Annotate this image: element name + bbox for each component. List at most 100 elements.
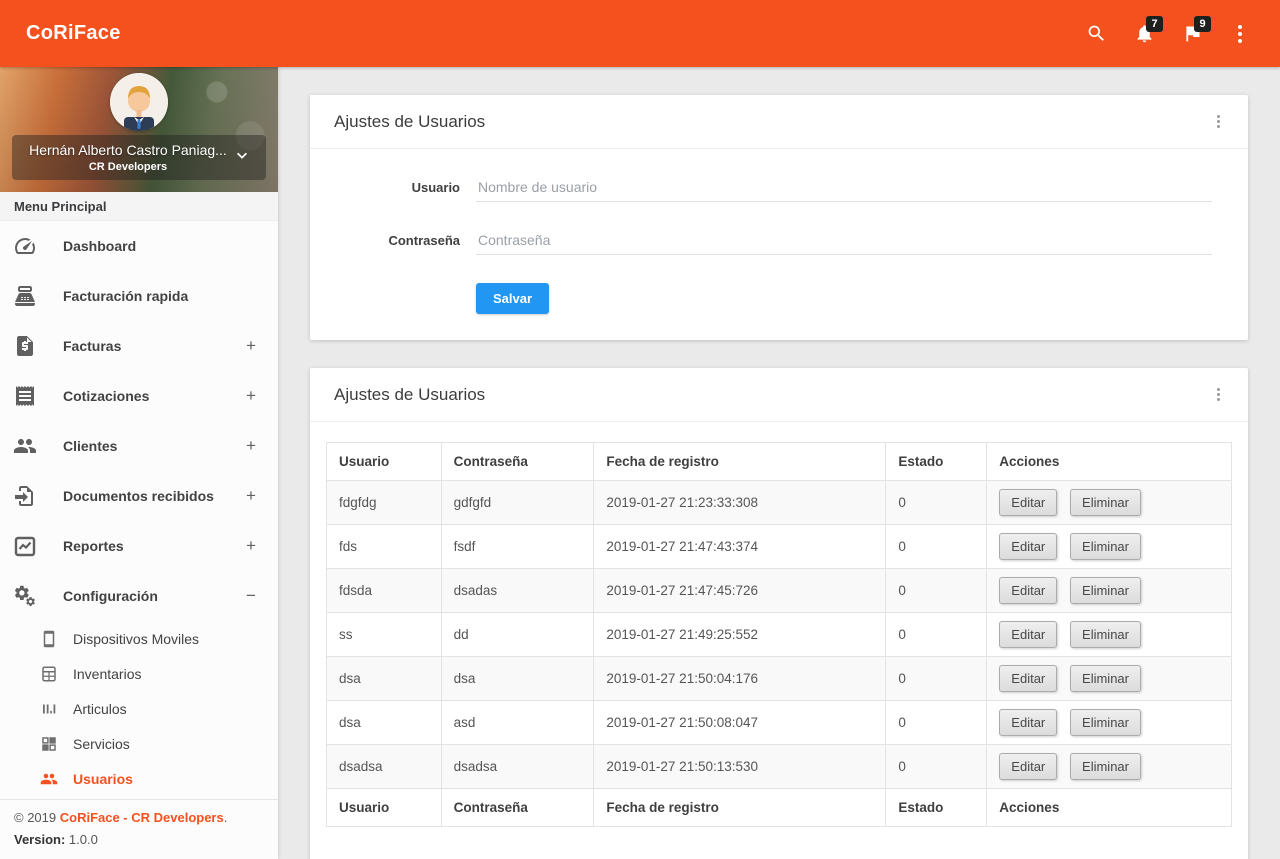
cell-contrasena: dsadsa <box>440 744 595 789</box>
column-header-fecha: Fecha de registro <box>593 442 887 481</box>
avatar[interactable] <box>110 73 168 131</box>
table-row: dsa dsa 2019-01-27 21:50:04:176 0 Editar… <box>326 656 1232 701</box>
card-kebab-icon[interactable] <box>1213 111 1224 132</box>
cell-estado: 0 <box>885 480 988 525</box>
header-actions: 7 9 <box>1076 14 1280 54</box>
usuario-form-row: Usuario <box>334 173 1212 202</box>
column-header-estado: Estado <box>885 442 988 481</box>
cell-acciones: Editar Eliminar <box>986 480 1232 525</box>
table-card-title: Ajustes de Usuarios <box>334 384 486 404</box>
expand-plus-icon[interactable]: + <box>244 486 258 506</box>
table-footer-row: Usuario Contraseña Fecha de registro Est… <box>326 788 1232 827</box>
expand-plus-icon[interactable]: + <box>244 536 258 556</box>
cash-register-icon <box>13 284 37 308</box>
column-footer-estado: Estado <box>885 788 988 827</box>
delete-button[interactable]: Eliminar <box>1070 621 1141 648</box>
profile-info[interactable]: Hernán Alberto Castro Paniag... CR Devel… <box>12 135 266 180</box>
sidebar-item-label: Documentos recibidos <box>63 488 214 504</box>
cell-estado: 0 <box>885 524 988 569</box>
delete-button[interactable]: Eliminar <box>1070 665 1141 692</box>
cell-usuario: fdsda <box>326 568 442 613</box>
edit-button[interactable]: Editar <box>999 533 1058 560</box>
sidebar-item-clientes[interactable]: Clientes + <box>0 421 278 471</box>
chevron-down-icon[interactable] <box>232 145 252 170</box>
sidebar-item-facturas[interactable]: Facturas + <box>0 321 278 371</box>
brand-logo[interactable]: CoRiFace <box>0 22 121 45</box>
sidebar-item-cotizaciones[interactable]: Cotizaciones + <box>0 371 278 421</box>
cell-fecha: 2019-01-27 21:23:33:308 <box>593 480 887 525</box>
form-card-header: Ajustes de Usuarios <box>310 95 1248 149</box>
sidebar-item-label: Clientes <box>63 438 118 454</box>
edit-button[interactable]: Editar <box>999 665 1058 692</box>
copyright-line: © 2019 CoRiFace - CR Developers. <box>14 810 264 825</box>
expand-plus-icon[interactable]: + <box>244 336 258 356</box>
cell-usuario: ss <box>326 612 442 657</box>
main-content: Ajustes de Usuarios Usuario Contraseña S… <box>278 67 1280 859</box>
document-arrow-icon <box>13 484 37 508</box>
user-form: Usuario Contraseña Salvar <box>310 149 1248 340</box>
cell-acciones: Editar Eliminar <box>986 656 1232 701</box>
delete-button[interactable]: Eliminar <box>1070 489 1141 516</box>
flags-badge: 9 <box>1194 15 1211 32</box>
profile-panel: Hernán Alberto Castro Paniag... CR Devel… <box>0 67 278 192</box>
table-row: ss dd 2019-01-27 21:49:25:552 0 Editar E… <box>326 612 1232 657</box>
brand-footer-link[interactable]: CoRiFace - CR Developers <box>60 810 224 825</box>
column-footer-acciones: Acciones <box>986 788 1232 827</box>
sidebar-item-label: Configuración <box>63 588 158 604</box>
expand-plus-icon[interactable]: + <box>244 436 258 456</box>
search-button[interactable] <box>1076 14 1116 54</box>
table-row: fdsda dsadas 2019-01-27 21:47:45:726 0 E… <box>326 568 1232 613</box>
cell-fecha: 2019-01-27 21:47:43:374 <box>593 524 887 569</box>
edit-button[interactable]: Editar <box>999 709 1058 736</box>
collapse-minus-icon[interactable]: − <box>244 586 258 606</box>
sidebar-item-configuracion[interactable]: Configuración − <box>0 571 278 621</box>
cell-contrasena: dsa <box>440 656 595 701</box>
sidebar-subitem-label: Usuarios <box>73 770 133 787</box>
version-line: Version: 1.0.0 <box>14 832 264 847</box>
table-row: fds fsdf 2019-01-27 21:47:43:374 0 Edita… <box>326 524 1232 569</box>
contrasena-input[interactable] <box>476 226 1212 255</box>
save-button[interactable]: Salvar <box>476 283 550 314</box>
sidebar-subitem-servicios[interactable]: Servicios <box>0 726 278 761</box>
cell-usuario: fdgfdg <box>326 480 442 525</box>
header-menu-button[interactable] <box>1220 14 1260 54</box>
delete-button[interactable]: Eliminar <box>1070 753 1141 780</box>
sidebar-subitem-inventarios[interactable]: Inventarios <box>0 656 278 691</box>
delete-button[interactable]: Eliminar <box>1070 533 1141 560</box>
notifications-button[interactable]: 7 <box>1124 14 1164 54</box>
cell-usuario: dsa <box>326 656 442 701</box>
cell-usuario: dsa <box>326 700 442 745</box>
invoice-icon <box>13 334 37 358</box>
delete-button[interactable]: Eliminar <box>1070 577 1141 604</box>
column-header-contrasena: Contraseña <box>440 442 595 481</box>
sidebar-item-documentos-recibidos[interactable]: Documentos recibidos + <box>0 471 278 521</box>
table-row: dsadsa dsadsa 2019-01-27 21:50:13:530 0 … <box>326 744 1232 789</box>
expand-plus-icon[interactable]: + <box>244 386 258 406</box>
sidebar-subitem-dispositivos-moviles[interactable]: Dispositivos Moviles <box>0 621 278 656</box>
delete-button[interactable]: Eliminar <box>1070 709 1141 736</box>
card-kebab-icon[interactable] <box>1213 384 1224 405</box>
contrasena-label: Contraseña <box>388 233 460 248</box>
contrasena-form-row: Contraseña <box>334 226 1212 255</box>
cell-acciones: Editar Eliminar <box>986 612 1232 657</box>
edit-button[interactable]: Editar <box>999 621 1058 648</box>
sidebar-subitem-label: Servicios <box>73 735 130 752</box>
cell-contrasena: dd <box>440 612 595 657</box>
configuracion-submenu: Dispositivos Moviles Inventarios Articul… <box>0 621 278 796</box>
sidebar-subitem-usuarios[interactable]: Usuarios <box>0 761 278 796</box>
cell-fecha: 2019-01-27 21:47:45:726 <box>593 568 887 613</box>
sidebar-item-reportes[interactable]: Reportes + <box>0 521 278 571</box>
sidebar-subitem-articulos[interactable]: Articulos <box>0 691 278 726</box>
cell-usuario: dsadsa <box>326 744 442 789</box>
flags-button[interactable]: 9 <box>1172 14 1212 54</box>
usuario-input[interactable] <box>476 173 1212 202</box>
edit-button[interactable]: Editar <box>999 577 1058 604</box>
copyright-prefix: © 2019 <box>14 810 60 825</box>
edit-button[interactable]: Editar <box>999 489 1058 516</box>
version-label: Version: <box>14 832 66 847</box>
edit-button[interactable]: Editar <box>999 753 1058 780</box>
menu-section-label: Menu Principal <box>0 192 278 221</box>
sidebar-item-facturacion-rapida[interactable]: Facturación rapida <box>0 271 278 321</box>
user-settings-table-card: Ajustes de Usuarios Usuario Contraseña F… <box>310 368 1248 859</box>
sidebar-item-dashboard[interactable]: Dashboard <box>0 221 278 271</box>
